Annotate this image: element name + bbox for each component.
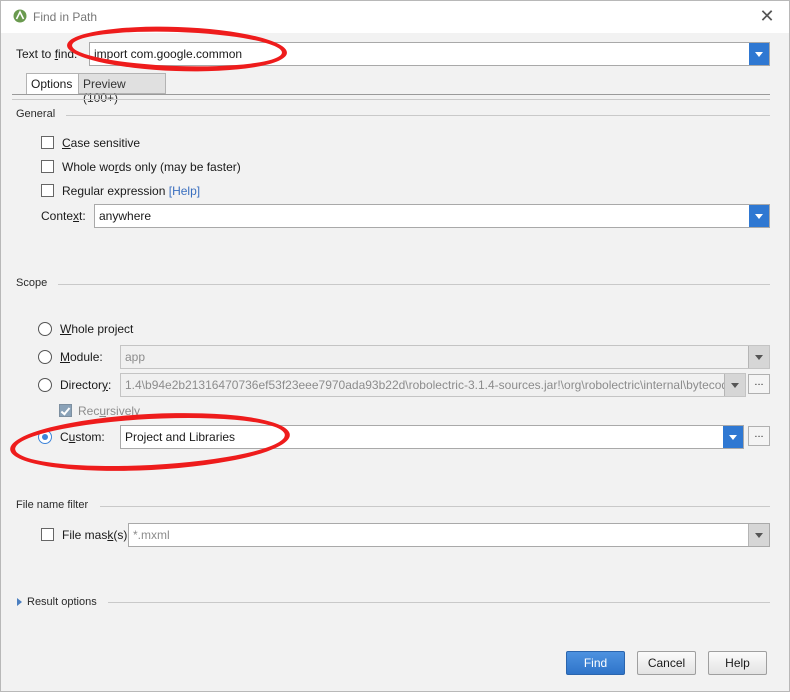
close-icon[interactable]: ✕ (758, 7, 776, 25)
find-button[interactable]: Find (566, 651, 625, 675)
whole-project-label: Whole project (60, 322, 134, 336)
file-mask-label: File mask(s) (62, 528, 128, 542)
recursively-checkbox[interactable] (59, 404, 72, 417)
file-mask-placeholder: *.mxml (133, 528, 170, 542)
directory-browse-button[interactable]: ... (748, 374, 770, 394)
context-select[interactable]: anywhere (94, 204, 770, 228)
chevron-down-icon[interactable] (749, 205, 769, 227)
module-label: Module: (60, 350, 103, 364)
directory-select[interactable]: 1.4\b94e2b21316470736ef53f23eee7970ada93… (120, 373, 746, 397)
directory-radio[interactable] (38, 378, 52, 392)
chevron-down-icon[interactable] (724, 374, 745, 396)
file-mask-checkbox[interactable] (41, 528, 54, 541)
tab-divider (12, 94, 770, 95)
chevron-down-icon[interactable] (723, 426, 743, 448)
regex-help-link[interactable]: [Help] (169, 184, 200, 198)
case-sensitive-label: Case sensitive (62, 136, 141, 150)
result-options-divider (108, 602, 770, 603)
android-studio-icon (13, 9, 27, 23)
regex-label: Regular expression [Help] (62, 184, 201, 198)
chevron-down-icon[interactable] (748, 346, 769, 368)
general-section-title: General (16, 108, 56, 120)
file-filter-divider (100, 506, 770, 507)
file-mask-select[interactable]: *.mxml (128, 523, 770, 547)
module-radio[interactable] (38, 350, 52, 364)
module-value: app (125, 350, 146, 364)
directory-label: Directory: (60, 378, 112, 392)
module-select[interactable]: app (120, 345, 770, 369)
whole-words-label: Whole words only (may be faster) (62, 160, 241, 174)
case-sensitive-checkbox[interactable] (41, 136, 54, 149)
custom-scope-browse-button[interactable]: ... (748, 426, 770, 446)
window-title: Find in Path (33, 10, 98, 24)
result-options-label[interactable]: Result options (27, 596, 97, 608)
chevron-down-icon[interactable] (748, 524, 769, 546)
scope-divider (58, 284, 770, 285)
regex-checkbox[interactable] (41, 184, 54, 197)
file-filter-section-title: File name filter (16, 499, 89, 511)
cancel-button[interactable]: Cancel (637, 651, 696, 675)
help-button[interactable]: Help (708, 651, 767, 675)
chevron-down-icon[interactable] (749, 43, 769, 65)
directory-value: 1.4\b94e2b21316470736ef53f23eee7970ada93… (125, 378, 725, 392)
tab-options[interactable]: Options (26, 73, 79, 94)
whole-words-checkbox[interactable] (41, 160, 54, 173)
scope-section-title: Scope (16, 277, 48, 289)
tab-preview[interactable]: Preview (100+) (78, 73, 166, 105)
context-value: anywhere (99, 209, 152, 223)
expand-triangle-icon[interactable] (17, 598, 22, 606)
whole-project-radio[interactable] (38, 322, 52, 336)
general-divider (66, 115, 770, 116)
tab-divider-inner (12, 99, 770, 100)
context-label: Context: (41, 209, 86, 223)
